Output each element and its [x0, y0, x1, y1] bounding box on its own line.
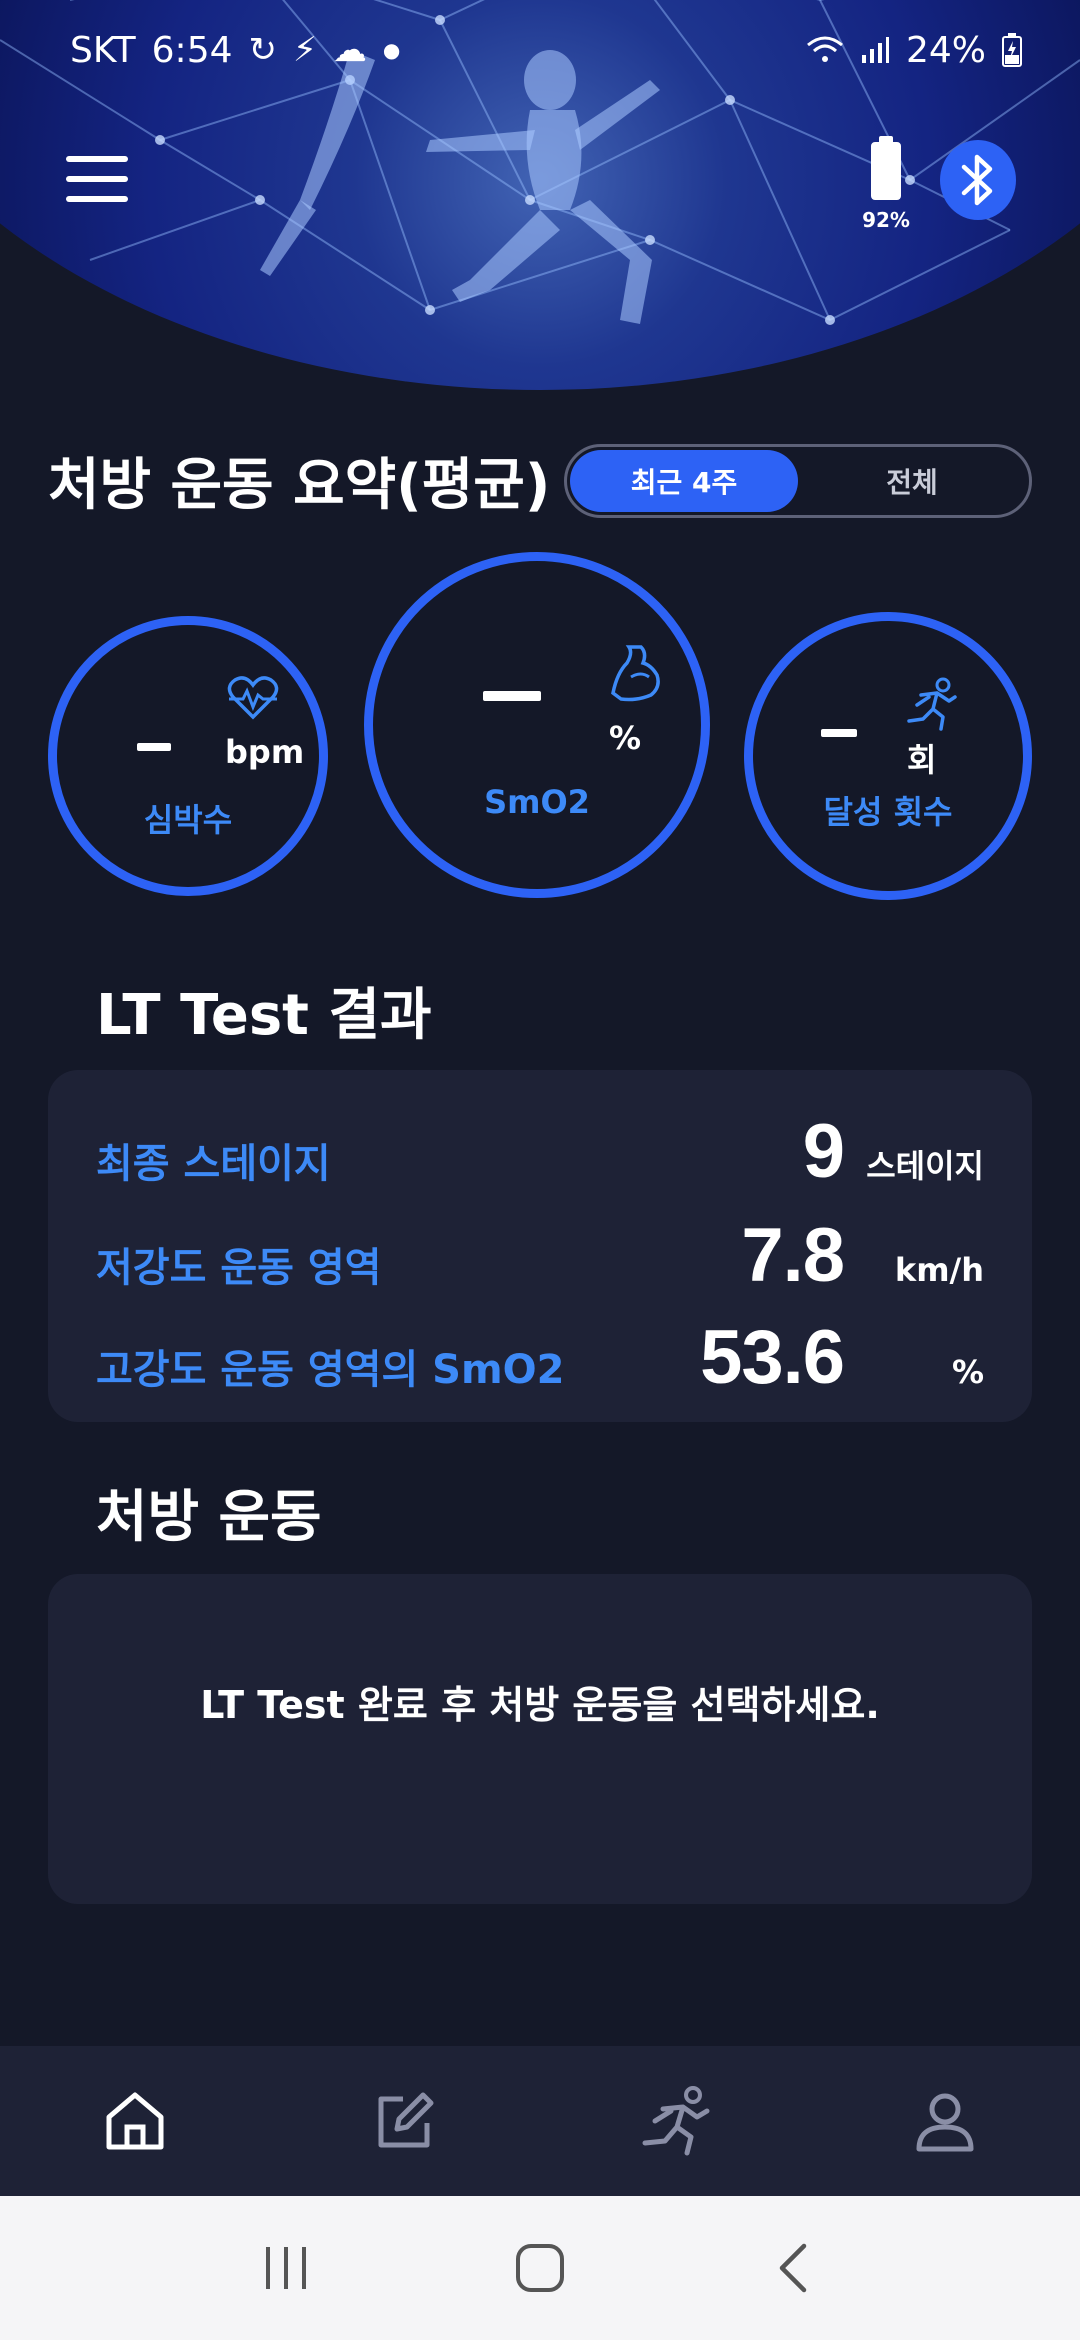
- lt-test-card: 최종 스테이지 9 스테이지 저강도 운동 영역 7.8 km/h 고강도 운동…: [48, 1070, 1032, 1422]
- lt-label: 고강도 운동 영역의 SmO2: [96, 1347, 565, 1393]
- lt-value: 9: [802, 1109, 845, 1194]
- smo2-value: [483, 691, 541, 701]
- exercise-empty-message: LT Test 완료 후 처방 운동을 선택하세요.: [200, 1683, 880, 1727]
- lt-row-low-intensity: 저강도 운동 영역 7.8 km/h: [96, 1212, 984, 1299]
- cloud-notification-icon: ☁: [332, 30, 367, 70]
- smo2-stat: % SmO2: [364, 552, 710, 898]
- summary-title: 처방 운동 요약(평균): [48, 453, 551, 518]
- battery-percent: 24%: [905, 29, 986, 71]
- recent-apps-button[interactable]: [237, 2228, 337, 2308]
- nav-profile[interactable]: [885, 2071, 1005, 2171]
- menu-line: [66, 196, 128, 202]
- lt-value-group: 7.8 km/h: [741, 1212, 984, 1299]
- status-right: 24%: [806, 30, 1022, 71]
- back-icon: [780, 2243, 807, 2293]
- smo2-unit: %: [609, 719, 642, 757]
- signal-icon: [861, 37, 889, 63]
- heart-rate-label: 심박수: [143, 801, 233, 839]
- battery-icon: [871, 142, 901, 200]
- back-button[interactable]: [743, 2228, 843, 2308]
- clock: 6:54: [151, 29, 233, 71]
- carrier-label: SKT: [70, 29, 136, 71]
- lt-unit: %: [951, 1353, 984, 1391]
- nav-home[interactable]: [75, 2071, 195, 2171]
- achievement-unit: 회: [907, 741, 937, 779]
- heart-rate-value: [137, 743, 171, 751]
- menu-line: [66, 176, 128, 182]
- home-icon: [106, 2092, 164, 2150]
- lt-test-title: LT Test 결과: [96, 983, 432, 1048]
- status-bar: SKT 6:54 ↻ ⚡ ☁ ● 24%: [0, 0, 1080, 100]
- heart-rate-icon: [227, 676, 279, 720]
- nav-record[interactable]: [345, 2071, 465, 2171]
- app-notification-icon: ↻: [248, 30, 278, 70]
- lt-label: 최종 스테이지: [96, 1141, 331, 1187]
- lt-row-final-stage: 최종 스테이지 9 스테이지: [96, 1108, 984, 1195]
- status-left: SKT 6:54 ↻ ⚡ ☁ ●: [70, 30, 400, 71]
- recent-apps-icon: [265, 2247, 306, 2289]
- smo2-label: SmO2: [484, 783, 590, 821]
- menu-button[interactable]: [66, 156, 128, 202]
- lt-label: 저강도 운동 영역: [96, 1245, 382, 1291]
- exercise-title: 처방 운동: [96, 1485, 322, 1550]
- muscle-arm-icon: [611, 645, 660, 702]
- wifi-icon: [807, 36, 843, 62]
- battery-charging-icon: [1002, 33, 1022, 67]
- more-notifications-icon: ●: [382, 38, 401, 62]
- achievement-stat: 회 달성 횟수: [744, 612, 1032, 900]
- lt-value-group: 9 스테이지: [803, 1108, 984, 1195]
- period-toggle[interactable]: 최근 4주 전체: [564, 444, 1032, 518]
- heart-rate-stat: bpm 심박수: [48, 616, 328, 896]
- nav-exercise[interactable]: [615, 2071, 735, 2171]
- device-battery-label: 92%: [862, 208, 910, 232]
- menu-line: [66, 156, 128, 162]
- bottom-nav: [0, 2046, 1080, 2196]
- exercise-card[interactable]: LT Test 완료 후 처방 운동을 선택하세요.: [48, 1574, 1032, 1904]
- tab-recent-4-weeks[interactable]: 최근 4주: [570, 450, 798, 512]
- runner-icon: [907, 677, 957, 731]
- tab-all[interactable]: 전체: [798, 450, 1026, 512]
- achievement-value: [821, 729, 857, 737]
- system-nav-bar: [0, 2196, 1080, 2340]
- achievement-label: 달성 횟수: [823, 793, 953, 831]
- shoe-notification-icon: ⚡: [293, 30, 317, 70]
- home-square-icon: [515, 2244, 564, 2292]
- lt-value: 7.8: [741, 1213, 845, 1298]
- edit-icon: [378, 2092, 434, 2148]
- home-system-button[interactable]: [490, 2228, 590, 2308]
- lt-unit: 스테이지: [866, 1147, 984, 1185]
- heart-rate-unit: bpm: [225, 733, 305, 771]
- lt-unit: km/h: [894, 1251, 984, 1289]
- runner-icon: [642, 2086, 710, 2156]
- bluetooth-button[interactable]: [940, 140, 1016, 220]
- bluetooth-icon: [961, 154, 993, 206]
- device-battery: 92%: [856, 136, 916, 236]
- lt-row-high-intensity-smo2: 고강도 운동 영역의 SmO2 53.6 %: [96, 1314, 984, 1401]
- lt-value-group: 53.6 %: [700, 1314, 984, 1401]
- lt-value: 53.6: [700, 1315, 845, 1400]
- profile-icon: [916, 2093, 974, 2152]
